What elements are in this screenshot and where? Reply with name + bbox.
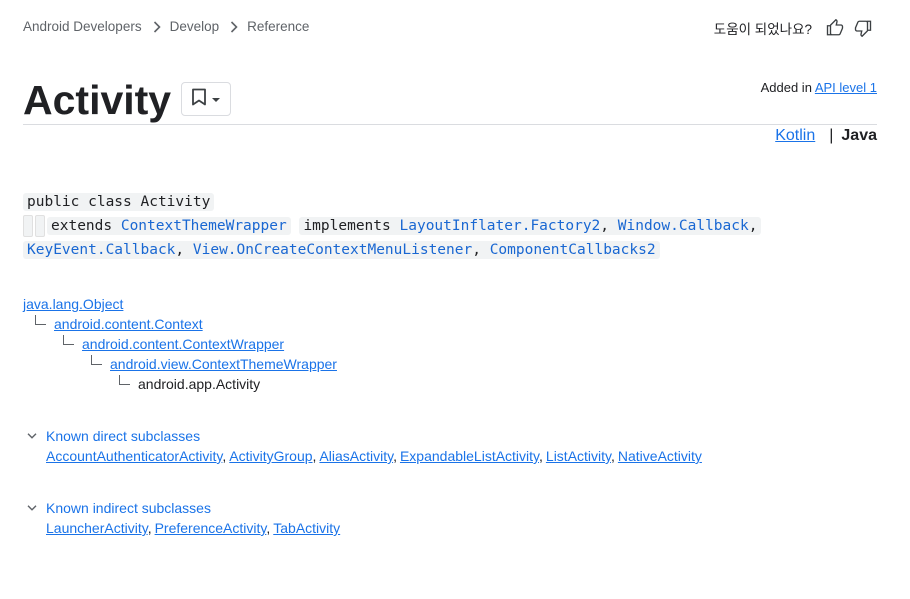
subclass-link[interactable]: PreferenceActivity: [155, 520, 267, 536]
subclass-link[interactable]: AliasActivity: [319, 448, 393, 464]
language-separator: |: [829, 127, 834, 144]
hierarchy-link-context[interactable]: android.content.Context: [54, 314, 203, 334]
hierarchy-elbow-icon: [91, 355, 102, 365]
caret-down-icon: [211, 90, 221, 108]
implements-keyword: implements: [303, 218, 391, 234]
api-level-link[interactable]: API level 1: [815, 80, 877, 95]
api-level: Added in API level 1: [761, 80, 877, 95]
interface-link[interactable]: Window.Callback: [618, 218, 749, 234]
subclass-link[interactable]: ListActivity: [546, 448, 611, 464]
bookmark-icon: [191, 88, 207, 111]
divider: [23, 124, 877, 125]
breadcrumb-develop[interactable]: Develop: [170, 19, 220, 34]
thumbs-up-icon[interactable]: [824, 17, 846, 39]
hierarchy-current-class: android.app.Activity: [138, 376, 261, 392]
language-switcher: Kotlin | Java: [775, 127, 877, 145]
interface-link[interactable]: KeyEvent.Callback: [27, 242, 175, 258]
extends-chip: extends ContextThemeWrapper: [47, 217, 291, 235]
subclass-link[interactable]: AccountAuthenticatorActivity: [46, 448, 222, 464]
hierarchy-row: android.view.ContextThemeWrapper: [23, 354, 337, 374]
chevron-right-icon: [153, 20, 161, 33]
direct-subclasses-list: AccountAuthenticatorActivity, ActivityGro…: [46, 448, 702, 464]
code-line-1: public class Activity: [23, 190, 761, 214]
interface-link[interactable]: ComponentCallbacks2: [490, 242, 656, 258]
indirect-subclasses-section: Known indirect subclasses LauncherActivi…: [27, 498, 340, 538]
feedback-label: 도움이 되었나요?: [713, 22, 812, 37]
subclass-link[interactable]: NativeActivity: [618, 448, 702, 464]
subclass-link[interactable]: ExpandableListActivity: [400, 448, 539, 464]
api-level-prefix: Added in: [760, 80, 812, 95]
chevron-down-icon: [27, 505, 39, 511]
chevron-right-icon: [230, 20, 238, 33]
subclass-link[interactable]: LauncherActivity: [46, 520, 148, 536]
hierarchy-link-contextthemewrapper[interactable]: android.view.ContextThemeWrapper: [110, 354, 337, 374]
hierarchy-row: android.content.ContextWrapper: [23, 334, 337, 354]
direct-subclasses-title: Known direct subclasses: [46, 428, 201, 444]
hierarchy-link-contextwrapper[interactable]: android.content.ContextWrapper: [82, 334, 284, 354]
inheritance-hierarchy: java.lang.Object android.content.Context…: [23, 294, 337, 394]
extends-class-link[interactable]: ContextThemeWrapper: [121, 218, 287, 234]
indirect-subclasses-title: Known indirect subclasses: [46, 500, 211, 516]
hierarchy-elbow-icon: [119, 375, 130, 385]
extends-keyword: extends: [51, 218, 113, 234]
thumbs-down-icon[interactable]: [852, 17, 874, 39]
direct-subclasses-toggle[interactable]: Known direct subclasses: [27, 426, 702, 446]
language-option-kotlin[interactable]: Kotlin: [775, 127, 815, 145]
breadcrumb-reference[interactable]: Reference: [247, 19, 309, 34]
code-indent-marker: [35, 215, 45, 237]
subclass-link[interactable]: ActivityGroup: [229, 448, 312, 464]
interface-link[interactable]: LayoutInflater.Factory2: [400, 218, 601, 234]
indirect-subclasses-toggle[interactable]: Known indirect subclasses: [27, 498, 340, 518]
code-line-2: extends ContextThemeWrapper implements L…: [23, 214, 762, 238]
interface-link[interactable]: View.OnCreateContextMenuListener: [193, 242, 472, 258]
hierarchy-row: java.lang.Object: [23, 294, 337, 314]
subclass-link[interactable]: TabActivity: [273, 520, 340, 536]
hierarchy-row: android.content.Context: [23, 314, 337, 334]
breadcrumb-android-developers[interactable]: Android Developers: [23, 19, 142, 34]
chevron-down-icon: [27, 433, 39, 439]
breadcrumb: Android Developers Develop Reference: [23, 19, 309, 34]
indirect-subclasses-list: LauncherActivity, PreferenceActivity, TabA…: [46, 520, 341, 536]
code-indent-marker: [23, 215, 33, 237]
class-signature: public class Activity: [23, 193, 215, 211]
feedback-bar: 도움이 되었나요?: [714, 17, 874, 39]
hierarchy-elbow-icon: [35, 315, 46, 325]
hierarchy-link-object[interactable]: java.lang.Object: [23, 294, 123, 314]
code-line-3: KeyEvent.Callback, View.OnCreateContextM…: [23, 238, 761, 262]
bookmark-button[interactable]: [181, 82, 231, 116]
page-title: Activity: [23, 77, 172, 123]
implements-chip: implements LayoutInflater.Factory2, Wind…: [299, 217, 762, 235]
language-option-java: Java: [841, 127, 877, 144]
hierarchy-elbow-icon: [63, 335, 74, 345]
class-declaration: public class Activity extends ContextThe…: [23, 190, 762, 262]
direct-subclasses-section: Known direct subclasses AccountAuthentic…: [27, 426, 702, 466]
hierarchy-row: android.app.Activity: [23, 374, 337, 394]
implements-chip-continued: KeyEvent.Callback, View.OnCreateContextM…: [23, 241, 660, 259]
